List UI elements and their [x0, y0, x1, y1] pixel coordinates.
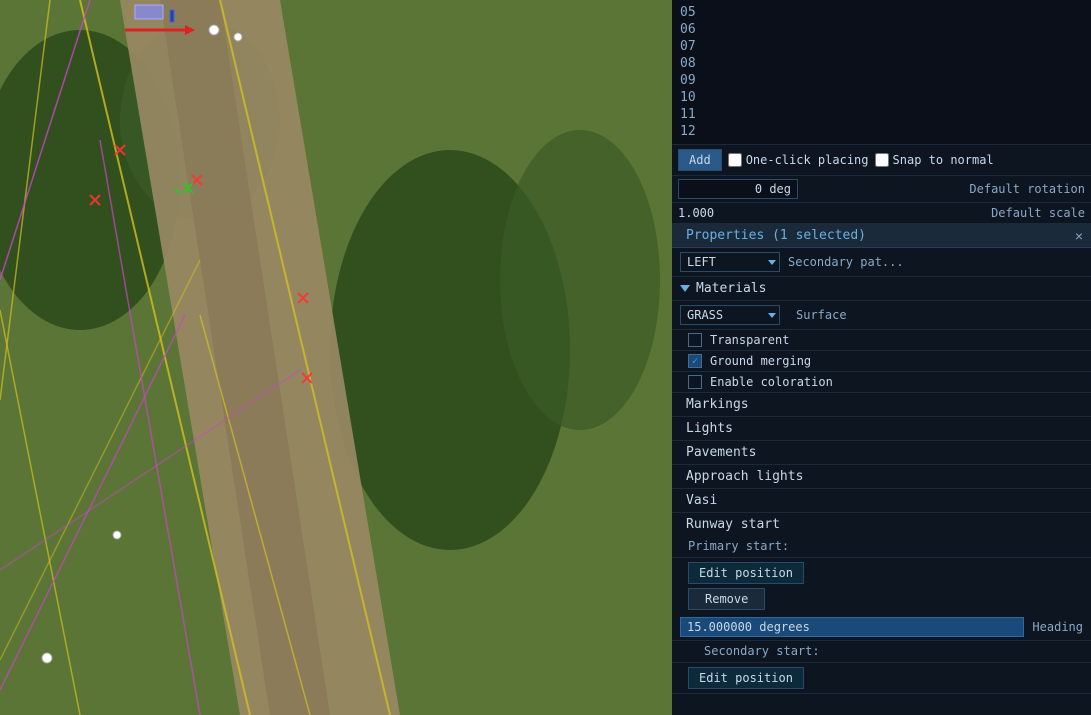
pavements-label: Pavements [686, 445, 756, 460]
vasi-section-header[interactable]: Vasi [672, 489, 1091, 513]
map-overlay: + [0, 0, 672, 715]
path-dropdown-wrapper: LEFT [680, 252, 780, 272]
secondary-start-row: Secondary start: [672, 641, 1091, 663]
material-dropdown[interactable]: GRASS [680, 305, 780, 325]
ground-merging-label: Ground merging [710, 354, 811, 368]
rotation-row: Default rotation [672, 176, 1091, 203]
ground-merging-checkbox[interactable] [688, 354, 702, 368]
markings-label: Markings [686, 397, 749, 412]
materials-collapse-icon [680, 285, 690, 292]
primary-start-row: Primary start: [672, 536, 1091, 558]
svg-text:+: + [173, 184, 180, 198]
scale-row: 1.000 Default scale [672, 203, 1091, 224]
secondary-path-label: Secondary pat... [788, 255, 904, 269]
one-click-label[interactable]: One-click placing [728, 153, 869, 167]
default-scale-label: Default scale [991, 206, 1085, 220]
runway-start-label: Runway start [686, 517, 780, 532]
properties-header: Properties (1 selected) × [672, 224, 1091, 248]
one-click-checkbox[interactable] [728, 153, 742, 167]
materials-label: Materials [696, 281, 766, 296]
lights-section-header[interactable]: Lights [672, 417, 1091, 441]
add-button[interactable]: Add [678, 149, 722, 171]
path-dropdown[interactable]: LEFT [680, 252, 780, 272]
number-list: 05 06 07 08 09 10 11 12 [672, 0, 1091, 145]
default-rotation-label: Default rotation [969, 182, 1085, 196]
list-item: 08 [680, 55, 1083, 72]
primary-start-label: Primary start: [688, 539, 789, 553]
list-item: 07 [680, 38, 1083, 55]
transparent-checkbox[interactable] [688, 333, 702, 347]
approach-lights-section-header[interactable]: Approach lights [672, 465, 1091, 489]
vasi-label: Vasi [686, 493, 717, 508]
enable-coloration-checkbox[interactable] [688, 375, 702, 389]
edit-position-button[interactable]: Edit position [688, 562, 804, 584]
approach-lights-label: Approach lights [686, 469, 803, 484]
heading-row: Heading [672, 614, 1091, 641]
pavements-section-header[interactable]: Pavements [672, 441, 1091, 465]
secondary-path-row: LEFT Secondary pat... [672, 248, 1091, 277]
map-viewport[interactable]: + [0, 0, 672, 715]
list-item: 09 [680, 72, 1083, 89]
heading-label: Heading [1032, 620, 1083, 634]
ground-merging-row: Ground merging [672, 351, 1091, 372]
snap-label[interactable]: Snap to normal [875, 153, 994, 167]
runway-start-section: Runway start Primary start: Edit positio… [672, 513, 1091, 694]
rotation-input[interactable] [678, 179, 798, 199]
list-item: 05 [680, 4, 1083, 21]
properties-title: Properties (1 selected) [680, 228, 866, 243]
scale-value: 1.000 [678, 206, 714, 220]
enable-coloration-label: Enable coloration [710, 375, 833, 389]
material-dropdown-wrapper: GRASS [680, 305, 780, 325]
lights-label: Lights [686, 421, 733, 436]
right-panel: 05 06 07 08 09 10 11 12 Add One-click pl… [672, 0, 1091, 715]
materials-section-header[interactable]: Materials [672, 277, 1091, 301]
material-row: GRASS Surface [672, 301, 1091, 330]
secondary-start-label: Secondary start: [688, 640, 836, 660]
markings-section-header[interactable]: Markings [672, 393, 1091, 417]
transparent-label: Transparent [710, 333, 789, 347]
heading-input[interactable] [680, 617, 1024, 637]
toolbar-row: Add One-click placing Snap to normal [672, 145, 1091, 176]
list-item: 10 [680, 89, 1083, 106]
surface-label: Surface [796, 308, 847, 322]
enable-coloration-row: Enable coloration [672, 372, 1091, 393]
runway-start-header[interactable]: Runway start [672, 513, 1091, 536]
snap-checkbox[interactable] [875, 153, 889, 167]
transparent-row: Transparent [672, 330, 1091, 351]
edit-position2-button[interactable]: Edit position [688, 667, 804, 689]
remove-button[interactable]: Remove [688, 588, 765, 610]
close-button[interactable]: × [1075, 229, 1083, 243]
list-item: 06 [680, 21, 1083, 38]
list-item: 12 [680, 123, 1083, 140]
properties-panel: Properties (1 selected) × LEFT Secondary… [672, 224, 1091, 715]
list-item: 11 [680, 106, 1083, 123]
